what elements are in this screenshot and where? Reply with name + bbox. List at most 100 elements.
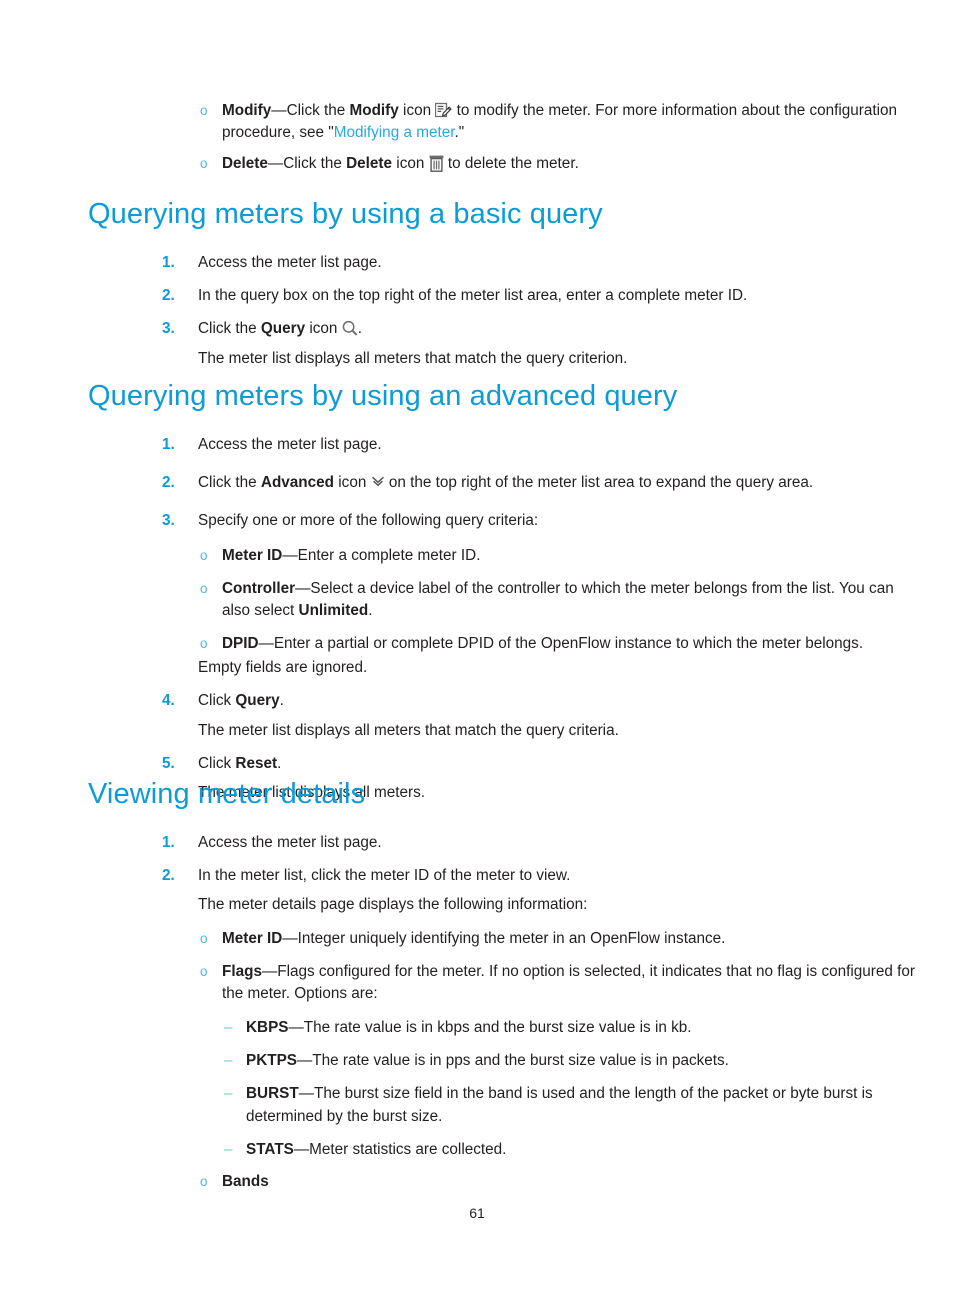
dash-bullet-icon: – xyxy=(224,1085,233,1103)
field-item-meter-id: o Meter ID—Integer uniquely identifying … xyxy=(116,928,916,950)
criteria-item-meter-id: o Meter ID—Enter a complete meter ID. xyxy=(116,545,916,567)
kbps-label: KBPS xyxy=(246,1019,289,1037)
dash-bullet-icon: – xyxy=(224,1140,233,1158)
heading-querying-meters-advanced-query: Querying meters by using an advanced que… xyxy=(88,380,678,412)
step-text-1: Click the xyxy=(198,320,261,338)
step-number: 1. xyxy=(162,254,175,271)
meter-id-label: Meter ID xyxy=(222,546,283,564)
delete-trash-icon xyxy=(429,155,444,173)
basic-query-steps: 1. Access the meter list page. 2. In the… xyxy=(116,252,916,370)
circle-bullet-icon: o xyxy=(200,1173,208,1189)
heading-querying-meters-basic-query: Querying meters by using a basic query xyxy=(88,198,603,230)
page-number: 61 xyxy=(469,1205,485,1221)
criteria-item-controller: o Controller—Select a device label of th… xyxy=(116,578,916,622)
flag-option-kbps: – KBPS—The rate value is in kbps and the… xyxy=(116,1017,916,1039)
step-text-2: . xyxy=(279,692,284,710)
step-number: 2. xyxy=(162,287,175,305)
query-label: Query xyxy=(260,320,306,338)
circle-bullet-icon: o xyxy=(200,547,208,563)
advanced-double-chevron-down-icon xyxy=(371,475,385,488)
step-item: 2. In the query box on the top right of … xyxy=(116,285,916,307)
step-result-wrapper: The meter list displays all meters that … xyxy=(116,720,916,742)
bands-list: o Bands xyxy=(116,1171,916,1193)
step-text-1: Click the xyxy=(198,474,261,492)
step-item: 4. Click Query. xyxy=(116,690,916,712)
numbered-list: 1. Access the meter list page. 2. Click … xyxy=(116,434,916,533)
burst-text: —The burst size field in the band is use… xyxy=(246,1085,873,1125)
stats-text: —Meter statistics are collected. xyxy=(293,1140,507,1158)
burst-label: BURST xyxy=(246,1085,299,1103)
top-bullet-list: o Modify—Click the Modify icon to modify… xyxy=(116,100,906,176)
modify-text-2: icon xyxy=(398,102,436,119)
flags-text: —Flags configured for the meter. If no o… xyxy=(222,962,915,1002)
step-text-1: Click xyxy=(198,692,236,710)
step-text-3: on the top right of the meter list area … xyxy=(384,474,814,492)
modify-label: Modify xyxy=(222,102,272,119)
delete-text-3: to delete the meter. xyxy=(443,155,579,173)
dash-bullet-icon: – xyxy=(224,1052,233,1070)
circle-bullet-icon: o xyxy=(200,963,208,979)
circle-bullet-icon: o xyxy=(200,156,208,172)
step-number: 2. xyxy=(162,474,175,492)
step-item: 2. In the meter list, click the meter ID… xyxy=(116,865,916,887)
bullet-list: o Modify—Click the Modify icon to modify… xyxy=(116,100,906,176)
step-item: 1. Access the meter list page. xyxy=(116,252,916,274)
criteria-item-dpid: o DPID—Enter a partial or complete DPID … xyxy=(116,633,916,655)
step-number: 3. xyxy=(162,512,175,530)
unlimited-label: Unlimited xyxy=(298,601,369,619)
modifying-a-meter-link[interactable]: Modifying a meter xyxy=(334,124,455,141)
flag-option-pktps: – PKTPS—The rate value is in pps and the… xyxy=(116,1050,916,1072)
meter-id-label: Meter ID xyxy=(222,929,283,947)
delete-inline-bold: Delete xyxy=(346,155,393,173)
step-text: In the query box on the top right of the… xyxy=(198,287,748,305)
step-item: 2. Click the Advanced icon on the top ri… xyxy=(116,472,916,494)
kbps-text: —The rate value is in kbps and the burst… xyxy=(288,1019,692,1037)
meter-id-text: —Integer uniquely identifying the meter … xyxy=(282,929,726,947)
dpid-label: DPID xyxy=(222,635,259,653)
step-text-1: Click xyxy=(198,754,236,772)
dpid-text: —Enter a partial or complete DPID of the… xyxy=(258,635,864,653)
pktps-label: PKTPS xyxy=(246,1052,297,1070)
view-details-steps: 1. Access the meter list page. 2. In the… xyxy=(116,832,916,1193)
step-text: Access the meter list page. xyxy=(198,834,382,851)
meter-detail-fields: o Meter ID—Integer uniquely identifying … xyxy=(116,928,916,1006)
modify-text-1: —Click the xyxy=(271,102,350,119)
step-number: 5. xyxy=(162,754,175,772)
delete-text-1: —Click the xyxy=(267,155,347,173)
basic-query-result-text: The meter list displays all meters that … xyxy=(198,349,628,367)
advanced-query-steps: 1. Access the meter list page. 2. Click … xyxy=(116,434,916,804)
query-result-text: The meter list displays all meters that … xyxy=(198,721,619,739)
modify-inline-bold: Modify xyxy=(349,102,399,119)
step-text: Specify one or more of the following que… xyxy=(198,512,539,530)
query-button-label: Query xyxy=(235,692,280,710)
query-magnifier-icon xyxy=(342,320,358,337)
advanced-label: Advanced xyxy=(260,474,335,492)
document-page: o Modify—Click the Modify icon to modify… xyxy=(0,0,954,1296)
step-text-2: icon xyxy=(334,474,371,492)
circle-bullet-icon: o xyxy=(200,103,208,118)
circle-bullet-icon: o xyxy=(200,636,208,652)
step-number: 2. xyxy=(162,867,175,885)
step-item: 3. Specify one or more of the following … xyxy=(116,510,916,532)
step-item: 5. Click Reset. xyxy=(116,753,916,775)
step-number: 3. xyxy=(162,320,175,338)
step-item: 3. Click the Query icon . xyxy=(116,318,916,340)
delete-label: Delete xyxy=(222,155,268,173)
empty-fields-note: Empty fields are ignored. xyxy=(198,659,368,677)
bands-label: Bands xyxy=(222,1172,269,1190)
circle-bullet-icon: o xyxy=(200,580,208,596)
step-text-3: . xyxy=(357,320,362,338)
modify-pencil-icon xyxy=(435,102,452,118)
list-item-modify: o Modify—Click the Modify icon to modify… xyxy=(116,100,906,144)
numbered-list: 1. Access the meter list page. 2. In the… xyxy=(116,832,916,887)
list-item-delete: o Delete—Click the Delete icon to delete… xyxy=(116,153,906,175)
pktps-text: —The rate value is in pps and the burst … xyxy=(297,1052,729,1070)
step-item: 1. Access the meter list page. xyxy=(116,832,916,854)
details-intro-text: The meter details page displays the foll… xyxy=(198,896,588,914)
step-text-2: icon xyxy=(305,320,342,338)
modify-text-4: ." xyxy=(454,124,465,142)
step-text: Access the meter list page. xyxy=(198,436,382,453)
step-number: 4. xyxy=(162,692,175,710)
step-item: 1. Access the meter list page. xyxy=(116,434,916,456)
reset-button-label: Reset xyxy=(235,754,278,772)
